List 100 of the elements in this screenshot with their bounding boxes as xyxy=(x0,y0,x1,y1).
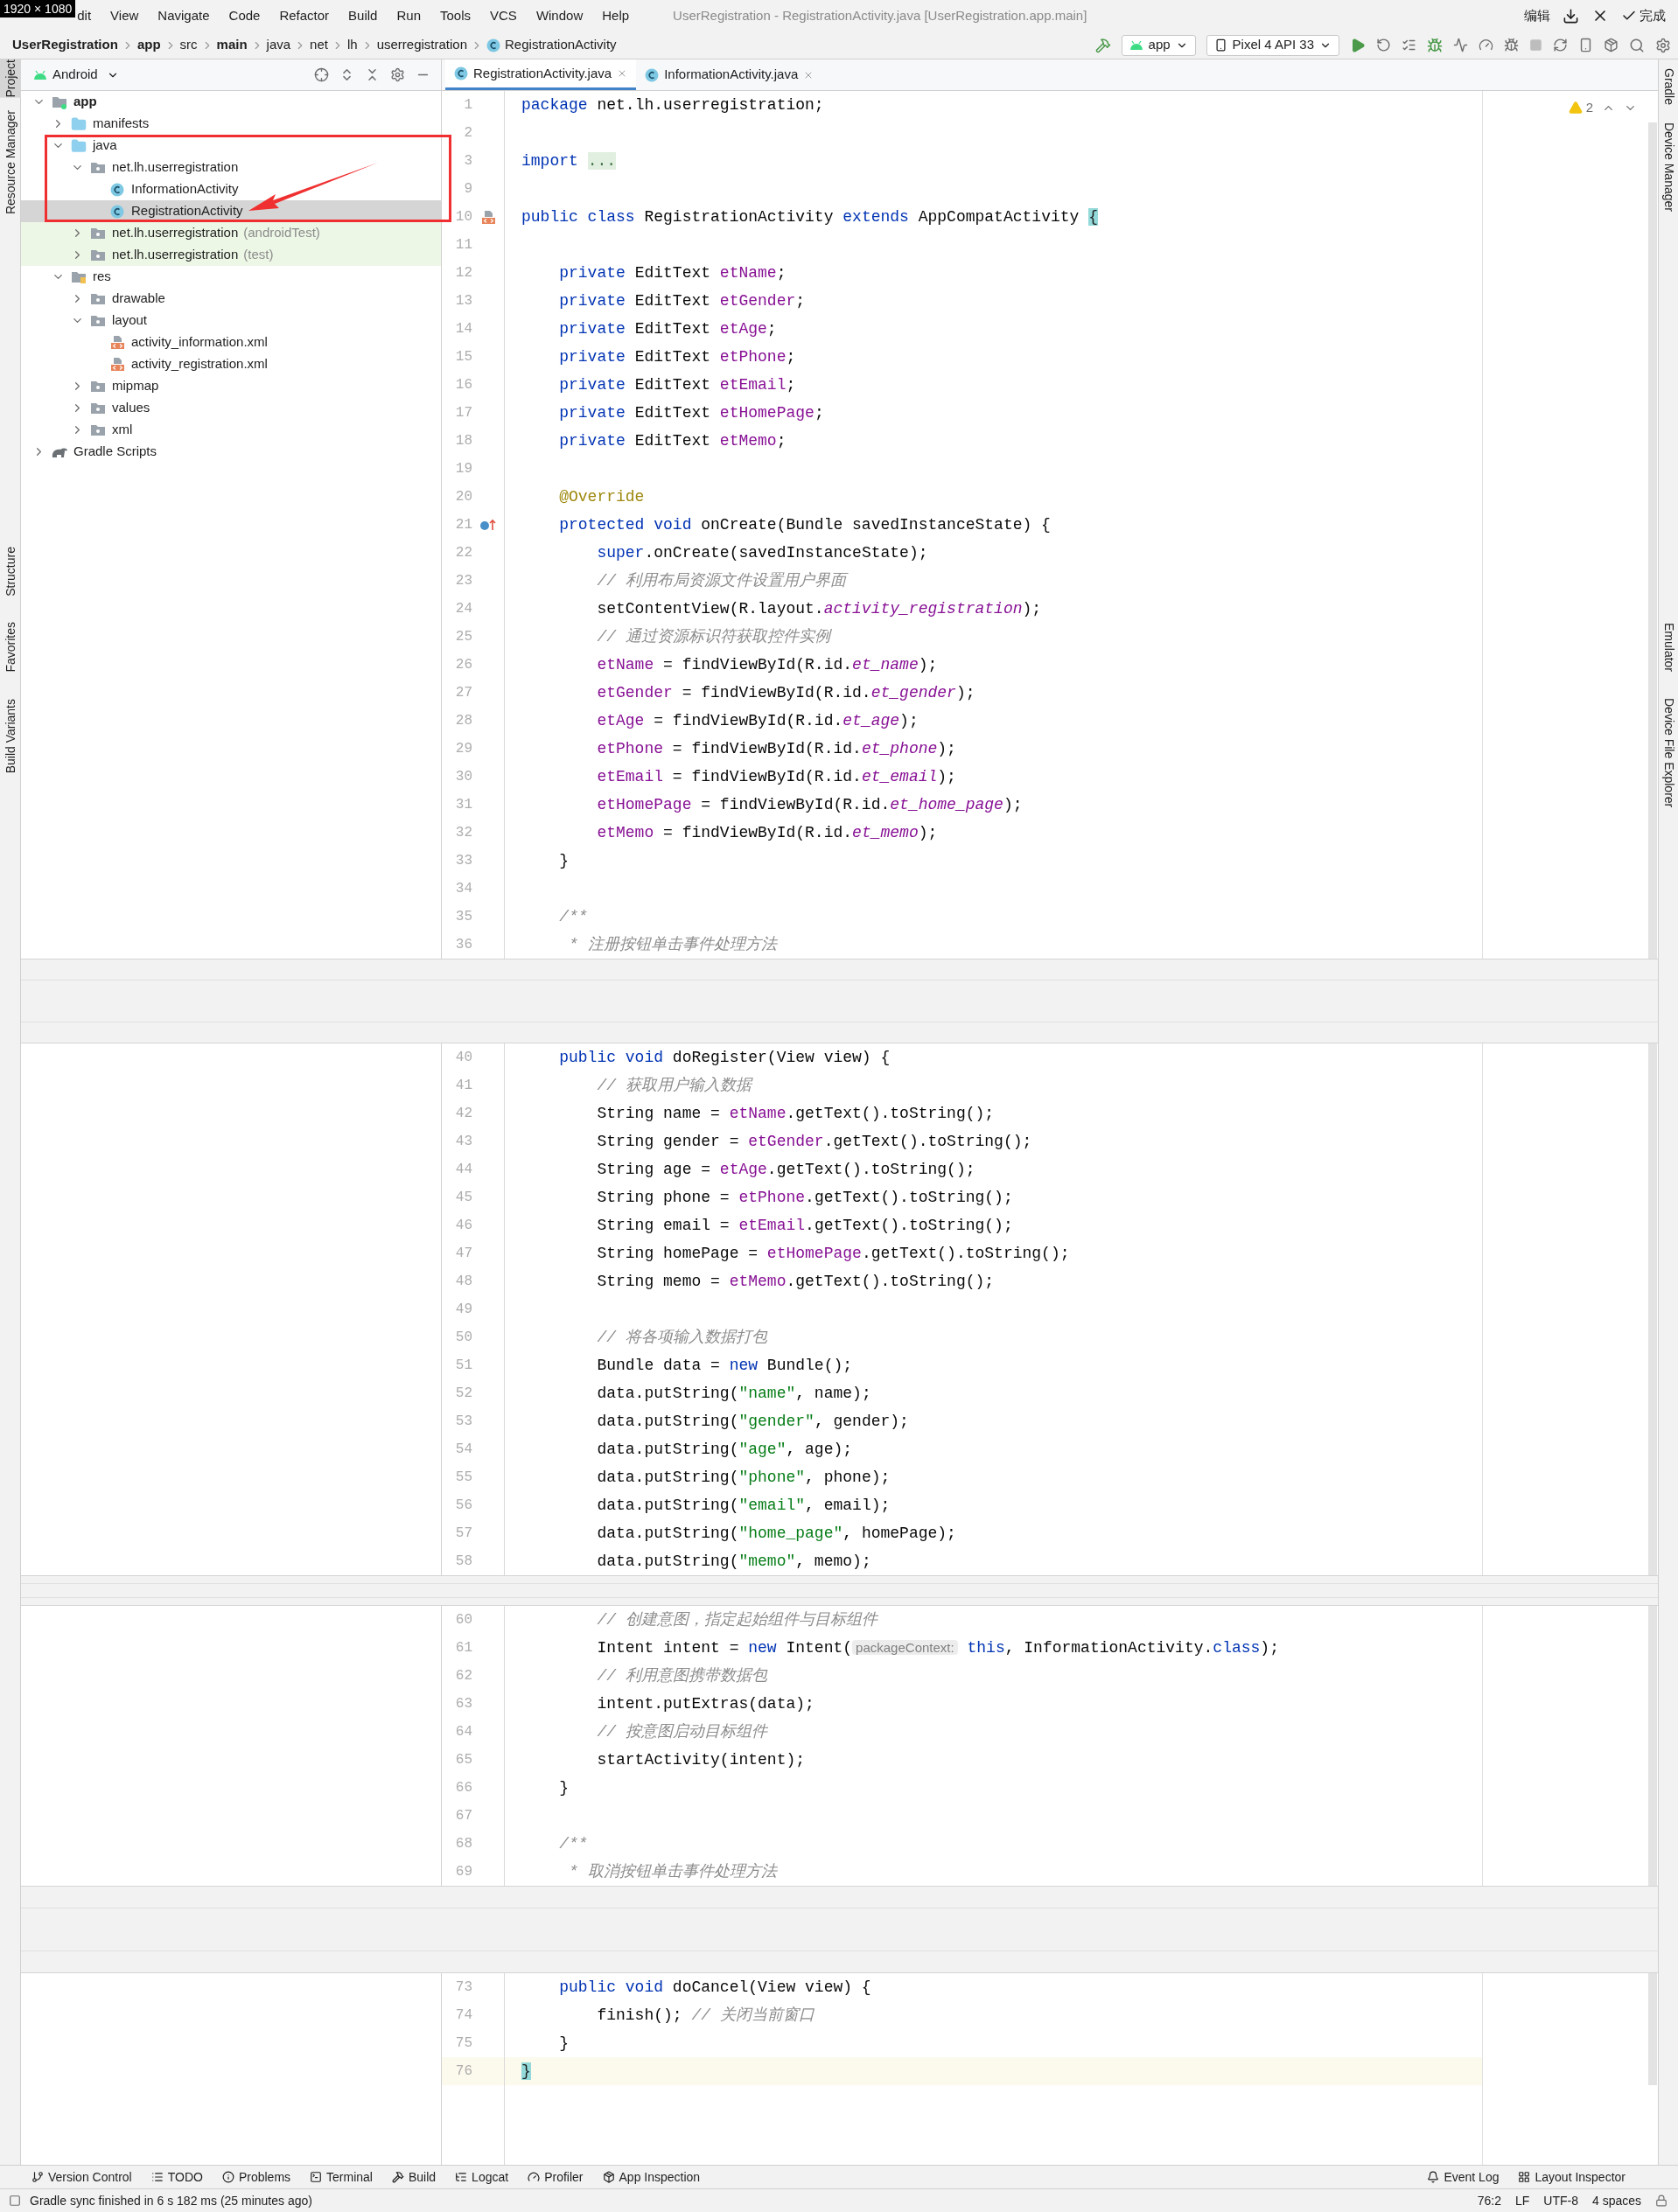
done-button[interactable]: 完成 xyxy=(1621,5,1666,26)
sync-icon[interactable] xyxy=(1553,38,1568,52)
menu-item[interactable]: Tools xyxy=(440,5,472,26)
menu-item[interactable]: View xyxy=(110,5,139,26)
tool-window-tab[interactable]: Structure xyxy=(0,546,21,597)
project-view-dropdown[interactable]: Android xyxy=(52,65,119,85)
tree-item[interactable]: drawable xyxy=(21,288,441,310)
run-config-dropdown[interactable]: app xyxy=(1121,34,1196,56)
tool-window-tab[interactable]: Project xyxy=(0,59,21,98)
tool-window-tab[interactable]: Device File Explorer xyxy=(1654,698,1678,808)
debug-icon[interactable] xyxy=(1427,37,1443,53)
menu-item[interactable]: Build xyxy=(348,5,378,26)
run-icon[interactable] xyxy=(1350,37,1366,53)
tool-icon xyxy=(528,2171,541,2183)
tool-window-button[interactable]: Terminal xyxy=(310,2167,373,2187)
warning-count[interactable]: 2 xyxy=(1585,98,1593,118)
line-number: 75 xyxy=(454,2034,472,2053)
tool-window-button[interactable]: Event Log xyxy=(1427,2167,1500,2187)
breadcrumb[interactable]: app xyxy=(136,35,161,55)
line-number: 22 xyxy=(454,544,472,562)
tool-window-tab[interactable]: Emulator xyxy=(1654,622,1678,672)
menu-item[interactable]: dit xyxy=(77,5,92,26)
edit-button[interactable]: 编辑 xyxy=(1524,5,1550,26)
tree-item[interactable]: app xyxy=(21,91,441,113)
editor-tab[interactable]: InformationActivity.java xyxy=(636,59,823,90)
attach-debugger-icon[interactable] xyxy=(1504,38,1519,52)
tool-window-button[interactable]: Profiler xyxy=(528,2167,584,2187)
tool-window-button[interactable]: Problems xyxy=(221,2167,291,2187)
tree-item[interactable]: values xyxy=(21,397,441,419)
breadcrumb[interactable]: net xyxy=(310,35,328,55)
tool-window-button[interactable]: App Inspection xyxy=(602,2167,701,2187)
lock-icon[interactable] xyxy=(1655,2195,1668,2207)
menu-item[interactable]: Code xyxy=(228,5,261,26)
gauge-icon[interactable] xyxy=(1479,38,1493,52)
menu-item[interactable]: Help xyxy=(602,5,630,26)
scrollbar[interactable] xyxy=(1648,1043,1657,1575)
tree-item[interactable]: layout xyxy=(21,310,441,331)
tree-item[interactable]: net.lh.userregistration (test) xyxy=(21,244,441,266)
menu-item[interactable]: Run xyxy=(396,5,421,26)
download-icon[interactable] xyxy=(1563,7,1579,24)
menu-item[interactable]: Window xyxy=(535,5,584,26)
tool-window-button[interactable]: Build xyxy=(391,2167,437,2187)
capture-size-badge: 1920 × 1080 xyxy=(0,0,76,17)
scrollbar[interactable] xyxy=(1648,122,1657,959)
tree-item[interactable]: activity_information.xml xyxy=(21,331,441,353)
tree-item[interactable]: activity_registration.xml xyxy=(21,353,441,375)
indent-setting[interactable]: 4 spaces xyxy=(1591,2191,1641,2210)
breadcrumb[interactable]: src xyxy=(179,35,198,55)
breadcrumb[interactable]: UserRegistration xyxy=(12,35,118,55)
menu-item[interactable]: Navigate xyxy=(157,5,210,26)
editor-tab[interactable]: RegistrationActivity.java xyxy=(445,59,637,90)
breadcrumb[interactable]: java xyxy=(266,35,291,55)
tree-item[interactable]: res xyxy=(21,266,441,288)
tool-window-tab[interactable]: Favorites xyxy=(0,622,21,673)
status-panel-icon[interactable] xyxy=(9,2195,21,2207)
profile-icon[interactable] xyxy=(1453,38,1468,52)
tool-icon xyxy=(391,2171,404,2183)
line-separator[interactable]: LF xyxy=(1514,2191,1530,2210)
sdk-manager-icon[interactable] xyxy=(1604,38,1619,52)
settings-icon[interactable] xyxy=(1655,37,1671,53)
search-icon[interactable] xyxy=(1629,37,1645,53)
code-line: @Override xyxy=(558,486,645,507)
breadcrumb[interactable]: userregistration xyxy=(376,35,468,55)
menu-item[interactable]: VCS xyxy=(490,5,517,26)
rerun-icon[interactable] xyxy=(1376,38,1391,52)
module-folder-icon xyxy=(52,94,67,109)
tree-item[interactable]: net.lh.userregistration xyxy=(21,157,441,178)
caret-position[interactable]: 76:2 xyxy=(1477,2191,1501,2210)
locate-icon[interactable] xyxy=(314,67,329,82)
file-encoding[interactable]: UTF-8 xyxy=(1543,2191,1578,2210)
line-number: 17 xyxy=(454,404,472,422)
tree-item[interactable]: InformationActivity xyxy=(21,178,441,200)
hammer-icon[interactable] xyxy=(1094,37,1111,53)
tree-item[interactable]: mipmap xyxy=(21,375,441,397)
menu-item[interactable]: Refactor xyxy=(279,5,330,26)
breadcrumb[interactable]: main xyxy=(216,35,248,55)
tree-item[interactable]: manifests xyxy=(21,113,441,135)
settings-icon[interactable] xyxy=(390,67,405,82)
scrollbar[interactable] xyxy=(1648,1973,1657,2085)
line-number: 33 xyxy=(454,852,472,870)
tree-item[interactable]: java xyxy=(21,135,441,157)
tool-window-tab[interactable]: Device Manager xyxy=(1654,122,1678,212)
tool-window-tab[interactable]: Gradle xyxy=(1654,68,1678,106)
tool-window-tab[interactable]: Resource Manager xyxy=(0,109,21,214)
tree-item[interactable]: net.lh.userregistration (androidTest) xyxy=(21,222,441,244)
tool-window-button[interactable]: Logcat xyxy=(455,2167,509,2187)
tree-item[interactable]: Gradle Scripts xyxy=(21,441,441,463)
breadcrumb[interactable]: RegistrationActivity xyxy=(505,35,617,55)
tree-item-label: layout xyxy=(112,311,148,330)
tree-item[interactable]: xml xyxy=(21,419,441,441)
breadcrumb[interactable]: lh xyxy=(346,35,358,55)
apply-changes-icon[interactable] xyxy=(1402,38,1416,52)
tool-window-button[interactable]: TODO xyxy=(150,2167,203,2187)
device-manager-icon[interactable] xyxy=(1578,38,1593,52)
tool-window-button[interactable]: Layout Inspector xyxy=(1518,2167,1626,2187)
scrollbar[interactable] xyxy=(1648,1606,1657,1886)
tool-window-tab[interactable]: Build Variants xyxy=(0,699,21,774)
code-line: * 注册按钮单击事件处理方法 xyxy=(568,934,777,955)
device-dropdown[interactable]: Pixel 4 API 33 xyxy=(1206,34,1339,56)
tool-window-button[interactable]: Version Control xyxy=(31,2167,132,2187)
